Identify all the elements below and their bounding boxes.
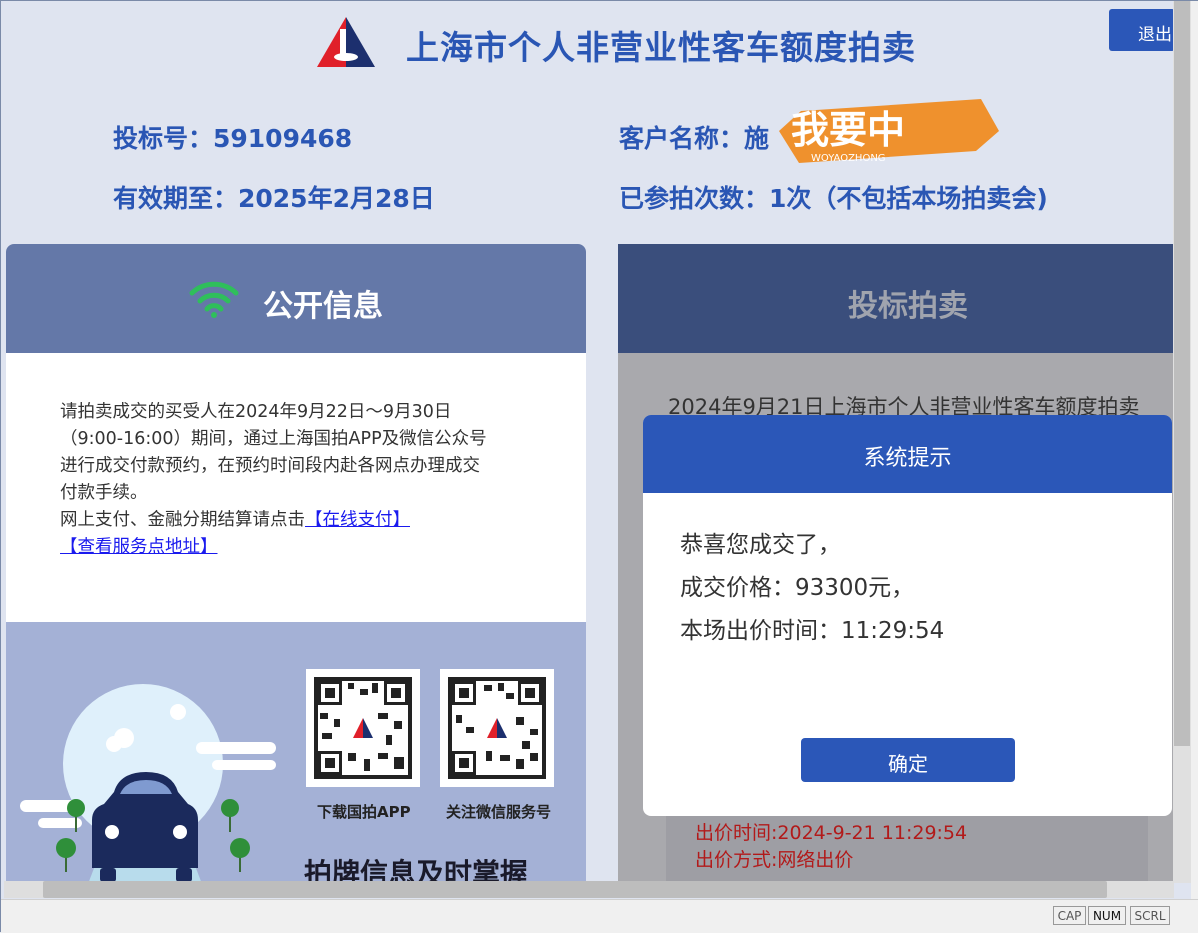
dialog-title: 系统提示: [863, 446, 952, 471]
caps-lock-indicator: CAP: [1053, 906, 1086, 925]
wifi-icon: [189, 281, 239, 318]
notice-line: 付款手续。: [60, 483, 148, 503]
guopai-logo-icon: [317, 17, 375, 67]
online-payment-link[interactable]: 【在线支付】: [305, 510, 410, 530]
status-bar: CAP NUM SCRL: [1, 899, 1198, 933]
dialog-bid-time: 本场出价时间：11:29:54: [680, 618, 945, 644]
promo-heading: 拍牌信息及时掌握: [304, 857, 529, 884]
page-title: 上海市个人非营业性客车额度拍卖: [406, 28, 916, 67]
notice-line: 请拍卖成交的买受人在2024年9月22日～9月30日: [60, 402, 452, 422]
wechat-qr-label: 关注微信服务号: [446, 803, 552, 821]
confirm-button[interactable]: 确定: [801, 738, 1015, 782]
dialog-deal-price: 成交价格：93300元，: [680, 575, 915, 601]
notice-line: 进行成交付款预约，在预约时间段内赴各网点办理成交: [60, 456, 480, 476]
notice-line: （9:00-16:00）期间，通过上海国拍APP及微信公众号: [60, 429, 487, 449]
app-promo-banner: 下载国拍APP 关注微信服务号 拍牌信息及时掌握: [6, 622, 586, 884]
dialog-congrats: 恭喜您成交了，: [680, 532, 841, 558]
service-point-link[interactable]: 【查看服务点地址】: [60, 537, 218, 557]
bid-time: 出价时间:2024-9-21 11:29:54: [695, 822, 968, 844]
stamp-text: 我要中: [791, 108, 905, 152]
stamp-subtext: WOYAOZHONG: [811, 153, 886, 164]
public-info-panel: 公开信息 请拍卖成交的买受人在2024年9月22日～9月30日 （9:00-16…: [6, 244, 586, 884]
valid-until: 有效期至：2025年2月28日: [113, 184, 435, 213]
payment-notice: 请拍卖成交的买受人在2024年9月22日～9月30日 （9:00-16:00）期…: [60, 399, 535, 561]
horizontal-scroll-thumb[interactable]: [43, 881, 1107, 898]
customer-name: 客户名称：施: [619, 124, 770, 153]
logout-button[interactable]: 退出: [1109, 9, 1175, 51]
car-illustration: [20, 684, 276, 884]
woyaozhong-stamp: 我要中 WOYAOZHONG: [779, 99, 999, 164]
public-info-title: 公开信息: [263, 289, 383, 324]
bid-method: 出价方式:网络出价: [695, 849, 854, 871]
dialog-header: 系统提示: [643, 415, 1172, 493]
num-lock-indicator: NUM: [1088, 906, 1126, 925]
app-qr-label: 下载国拍APP: [317, 803, 411, 821]
bidding-title: 投标拍卖: [848, 289, 968, 324]
participation-count: 已参拍次数：1次（不包括本场拍卖会): [619, 184, 1048, 213]
window-edge: [1191, 1, 1198, 933]
browser-window: 上海市个人非营业性客车额度拍卖 退出 投标号：59109468 客户名称：施 有…: [0, 0, 1198, 933]
notice-line: 网上支付、金融分期结算请点击: [60, 510, 305, 530]
vertical-scroll-thumb[interactable]: [1174, 1, 1190, 746]
public-info-header: 公开信息: [6, 244, 586, 353]
scroll-lock-indicator: SCRL: [1130, 906, 1170, 925]
system-prompt-dialog: 系统提示 恭喜您成交了， 成交价格：93300元， 本场出价时间：11:29:5…: [643, 415, 1172, 816]
app-qr-code: [306, 669, 420, 787]
wechat-qr-code: [440, 669, 554, 787]
bidding-header: 投标拍卖: [618, 244, 1173, 353]
bid-number: 投标号：59109468: [113, 124, 353, 153]
